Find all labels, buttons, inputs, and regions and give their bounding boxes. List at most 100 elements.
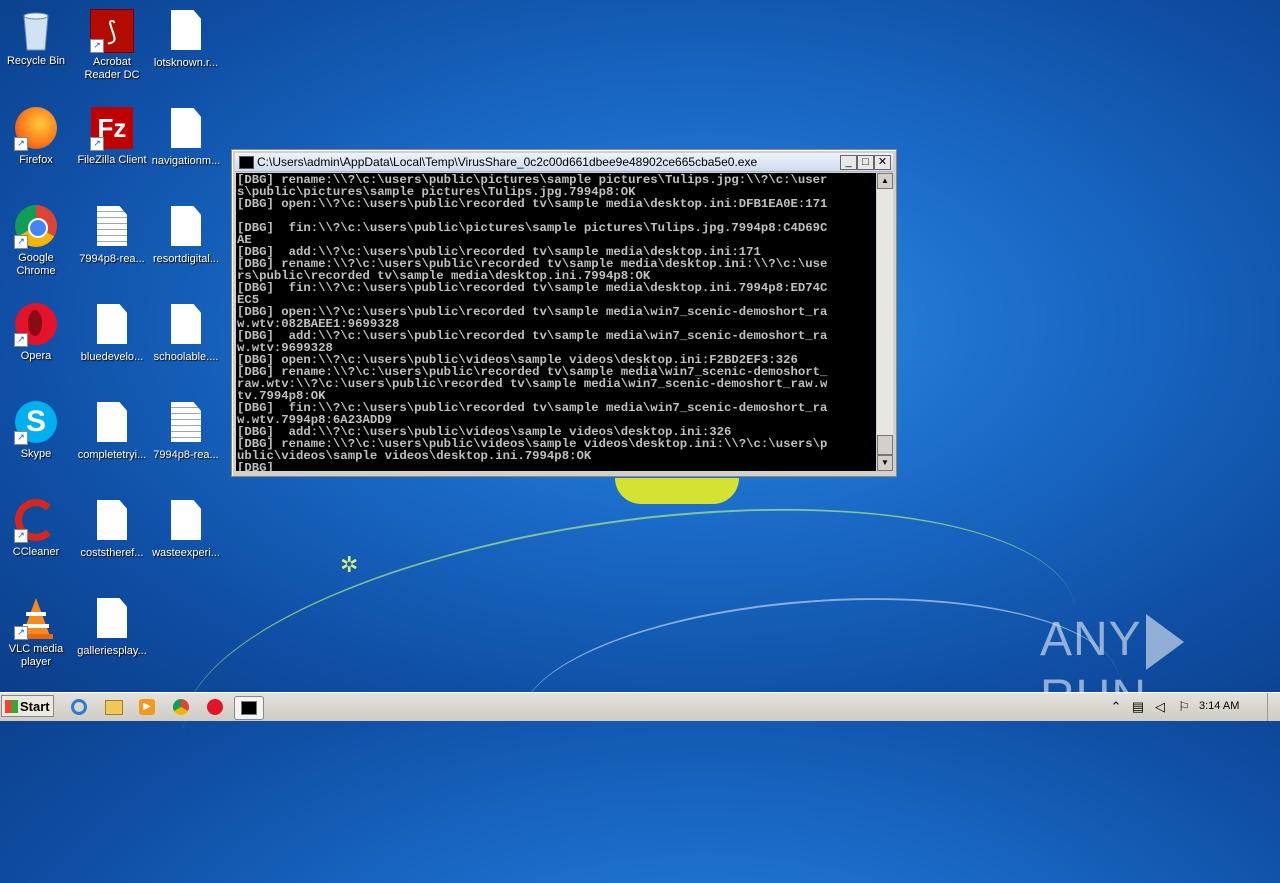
close-button[interactable]: ✕ [874,155,891,170]
desktop-file[interactable]: lotsknown.r... [148,8,224,70]
chevron-up-icon[interactable]: ⌃ [1108,699,1124,715]
document-icon [90,500,134,544]
scroll-thumb[interactable] [877,435,893,455]
desktop-file[interactable]: 7994p8-rea... [74,204,150,266]
taskbar-chrome-button[interactable] [170,696,192,718]
desktop-icon-label: galleriesplay... [77,645,147,657]
desktop-icon-label: Google Chrome [16,252,56,277]
wallpaper-flower [615,478,739,504]
desktop-file[interactable]: bluedevelo... [74,302,150,364]
play-icon [1145,614,1184,671]
vertical-scrollbar[interactable]: ▲ ▼ [877,173,893,471]
volume-icon[interactable]: ◁ [1152,699,1168,715]
minimize-button[interactable]: _ [840,155,857,170]
desktop-file[interactable]: resortdigital... [148,204,224,266]
maximize-button[interactable]: □ [857,155,874,170]
desktop-icon-chrome[interactable]: ↗ Google Chrome [0,204,74,278]
show-desktop-button[interactable] [1267,693,1280,721]
taskbar: Start ▶ ⌃ ▤ ◁ ⚐ 3:14 AM [0,692,1280,721]
taskbar-ie-button[interactable] [68,696,90,718]
ccleaner-icon: ↗ [14,499,58,543]
desktop-icon-acrobat[interactable]: ⟆ ↗ Acrobat Reader DC [74,8,150,82]
desktop-icon-skype[interactable]: S ↗ Skype [0,400,74,461]
taskbar-explorer-button[interactable] [102,696,124,718]
acrobat-icon: ⟆ ↗ [90,9,134,53]
console-title: C:\Users\admin\AppData\Local\Temp\VirusS… [257,155,758,169]
desktop-icon-vlc[interactable]: ↗ VLC media player [0,596,74,669]
document-icon [164,10,208,54]
ie-icon [71,699,87,715]
desktop-icon-label: lotsknown.r... [153,57,219,69]
desktop-icon-label: bluedevelo... [80,351,144,363]
desktop-icon-label: Skype [20,448,52,460]
taskbar-opera-button[interactable] [204,696,226,718]
document-icon [90,304,134,348]
opera-icon [207,699,223,715]
taskbar-media-player-button[interactable]: ▶ [136,696,158,718]
console-app-icon [239,156,254,169]
desktop-file[interactable]: completetryi... [74,400,150,462]
console-window[interactable]: C:\Users\admin\AppData\Local\Temp\VirusS… [231,149,897,477]
desktop-file[interactable]: navigationm... [148,106,224,168]
opera-icon: ↗ [14,303,58,347]
desktop-icon-ccleaner[interactable]: ↗ CCleaner [0,498,74,559]
desktop-icon-label: schoolable.... [153,351,219,363]
desktop-icon-label: resortdigital... [152,253,220,265]
chrome-icon [173,699,189,715]
document-icon [90,402,134,446]
recycle-bin-icon [14,8,58,52]
desktop-icon-label: 7994p8-rea... [153,449,219,461]
firefox-icon: ↗ [14,107,58,151]
desktop-file[interactable]: galleriesplay... [74,596,150,658]
network-icon[interactable]: ▤ [1130,699,1146,715]
filezilla-icon: Fz ↗ [90,107,134,151]
desktop-icon-opera[interactable]: ↗ Opera [0,302,74,363]
desktop-icon-label: VLC media player [8,643,64,668]
vlc-icon: ↗ [14,596,58,640]
desktop-icon-filezilla[interactable]: Fz ↗ FileZilla Client [74,106,150,167]
watermark-left-text: ANY [1040,613,1142,666]
desktop-file[interactable]: schoolable.... [148,302,224,364]
scroll-up-arrow-icon[interactable]: ▲ [877,173,893,189]
desktop-icon-firefox[interactable]: ↗ Firefox [0,106,74,167]
start-label: Start [20,699,50,714]
desktop-icon-recycle-bin[interactable]: Recycle Bin [0,8,74,68]
taskbar-console-button[interactable] [234,696,264,720]
desktop-icon-label: FileZilla Client [77,154,147,166]
chrome-icon: ↗ [14,205,58,249]
desktop-file[interactable]: 7994p8-rea... [148,400,224,462]
explorer-icon [105,700,123,715]
document-icon [90,598,134,642]
console-titlebar[interactable]: C:\Users\admin\AppData\Local\Temp\VirusS… [235,153,893,172]
desktop-icon-label: navigationm... [151,155,221,167]
desktop-icon-label: wasteexperi... [152,547,220,559]
wallpaper-leaf: ✲ [340,552,359,577]
desktop-icon-label: 7994p8-rea... [79,253,145,265]
console-output-area[interactable]: [DBG] rename:\\?\c:\users\public\picture… [236,173,876,471]
flag-icon[interactable]: ⚐ [1176,699,1192,715]
desktop-file[interactable]: coststheref... [74,498,150,560]
document-icon [164,108,208,152]
console-output-text: [DBG] rename:\\?\c:\users\public\picture… [237,173,828,471]
text-document-icon [90,206,134,250]
desktop-icon-label: Acrobat Reader DC [84,56,140,81]
desktop-icon-label: CCleaner [12,546,60,558]
media-player-icon: ▶ [139,699,155,715]
document-icon [164,500,208,544]
scroll-down-arrow-icon[interactable]: ▼ [877,455,893,471]
desktop-file[interactable]: wasteexperi... [148,498,224,560]
text-document-icon [164,402,208,446]
document-icon [164,206,208,250]
system-tray: ⌃ ▤ ◁ ⚐ [1108,693,1280,721]
console-icon [241,701,257,715]
desktop-icon-label: Opera [20,350,52,362]
start-button[interactable]: Start [1,695,54,717]
desktop-icon-label: coststheref... [80,547,144,559]
desktop-icon-label: Firefox [19,154,53,166]
desktop-icon-label: Recycle Bin [6,55,66,67]
document-icon [164,304,208,348]
skype-icon: S ↗ [14,401,58,445]
taskbar-clock[interactable]: 3:14 AM [1199,700,1239,712]
desktop-icon-label: completetryi... [77,449,147,461]
windows-logo-icon [5,700,18,713]
